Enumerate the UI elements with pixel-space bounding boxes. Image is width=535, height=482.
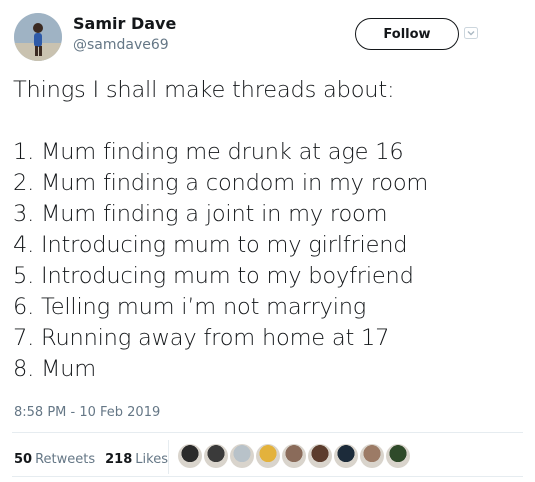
user-handle[interactable]: @samdave69 [73,37,169,53]
liker-avatar-icon[interactable] [334,444,358,468]
divider [12,476,523,477]
liker-avatar-icon[interactable] [360,444,384,468]
liker-avatars [168,440,410,474]
divider [12,432,523,433]
tweet-timestamp[interactable]: 8:58 PM - 10 Feb 2019 [14,405,160,420]
liker-avatar-icon[interactable] [230,444,254,468]
retweets-count: 50 [14,452,33,467]
divider [168,440,169,474]
list-item: 8. Mum [13,356,97,382]
display-name[interactable]: Samir Dave [73,14,176,33]
liker-avatar-icon[interactable] [256,444,280,468]
likes-stat[interactable]: 218 Likes [105,452,168,467]
retweets-label: Retweets [35,452,96,467]
liker-avatar-icon[interactable] [282,444,306,468]
avatar[interactable] [14,13,62,61]
tweet-header: Samir Dave @samdave69 Follow [0,0,535,70]
list-item: 1. Mum finding me drunk at age 16 [13,139,404,165]
list-item: 6. Telling mum i’m not marrying [13,294,367,320]
likes-label: Likes [135,452,168,467]
liker-avatar-icon[interactable] [386,444,410,468]
list-item: 5. Introducing mum to my boyfriend [13,263,414,289]
follow-button[interactable]: Follow [355,18,459,50]
liker-avatar-icon[interactable] [204,444,228,468]
list-item: 3. Mum finding a joint in my room [13,201,388,227]
tweet-text: Things I shall make threads about: 1. Mu… [13,75,528,385]
profile-photo-icon [14,13,62,61]
liker-avatar-icon[interactable] [308,444,332,468]
list-item: 4. Introducing mum to my girlfriend [13,232,408,258]
list-item: 2. Mum finding a condom in my room [13,170,429,196]
chevron-down-icon[interactable] [464,27,478,39]
likes-count: 218 [105,452,133,467]
liker-avatar-icon[interactable] [178,444,202,468]
list-item: 7. Running away from home at 17 [13,325,390,351]
retweets-stat[interactable]: 50 Retweets [14,452,95,467]
tweet-heading: Things I shall make threads about: [13,77,395,103]
tweet-stats: 50 Retweets 218 Likes [14,452,168,467]
